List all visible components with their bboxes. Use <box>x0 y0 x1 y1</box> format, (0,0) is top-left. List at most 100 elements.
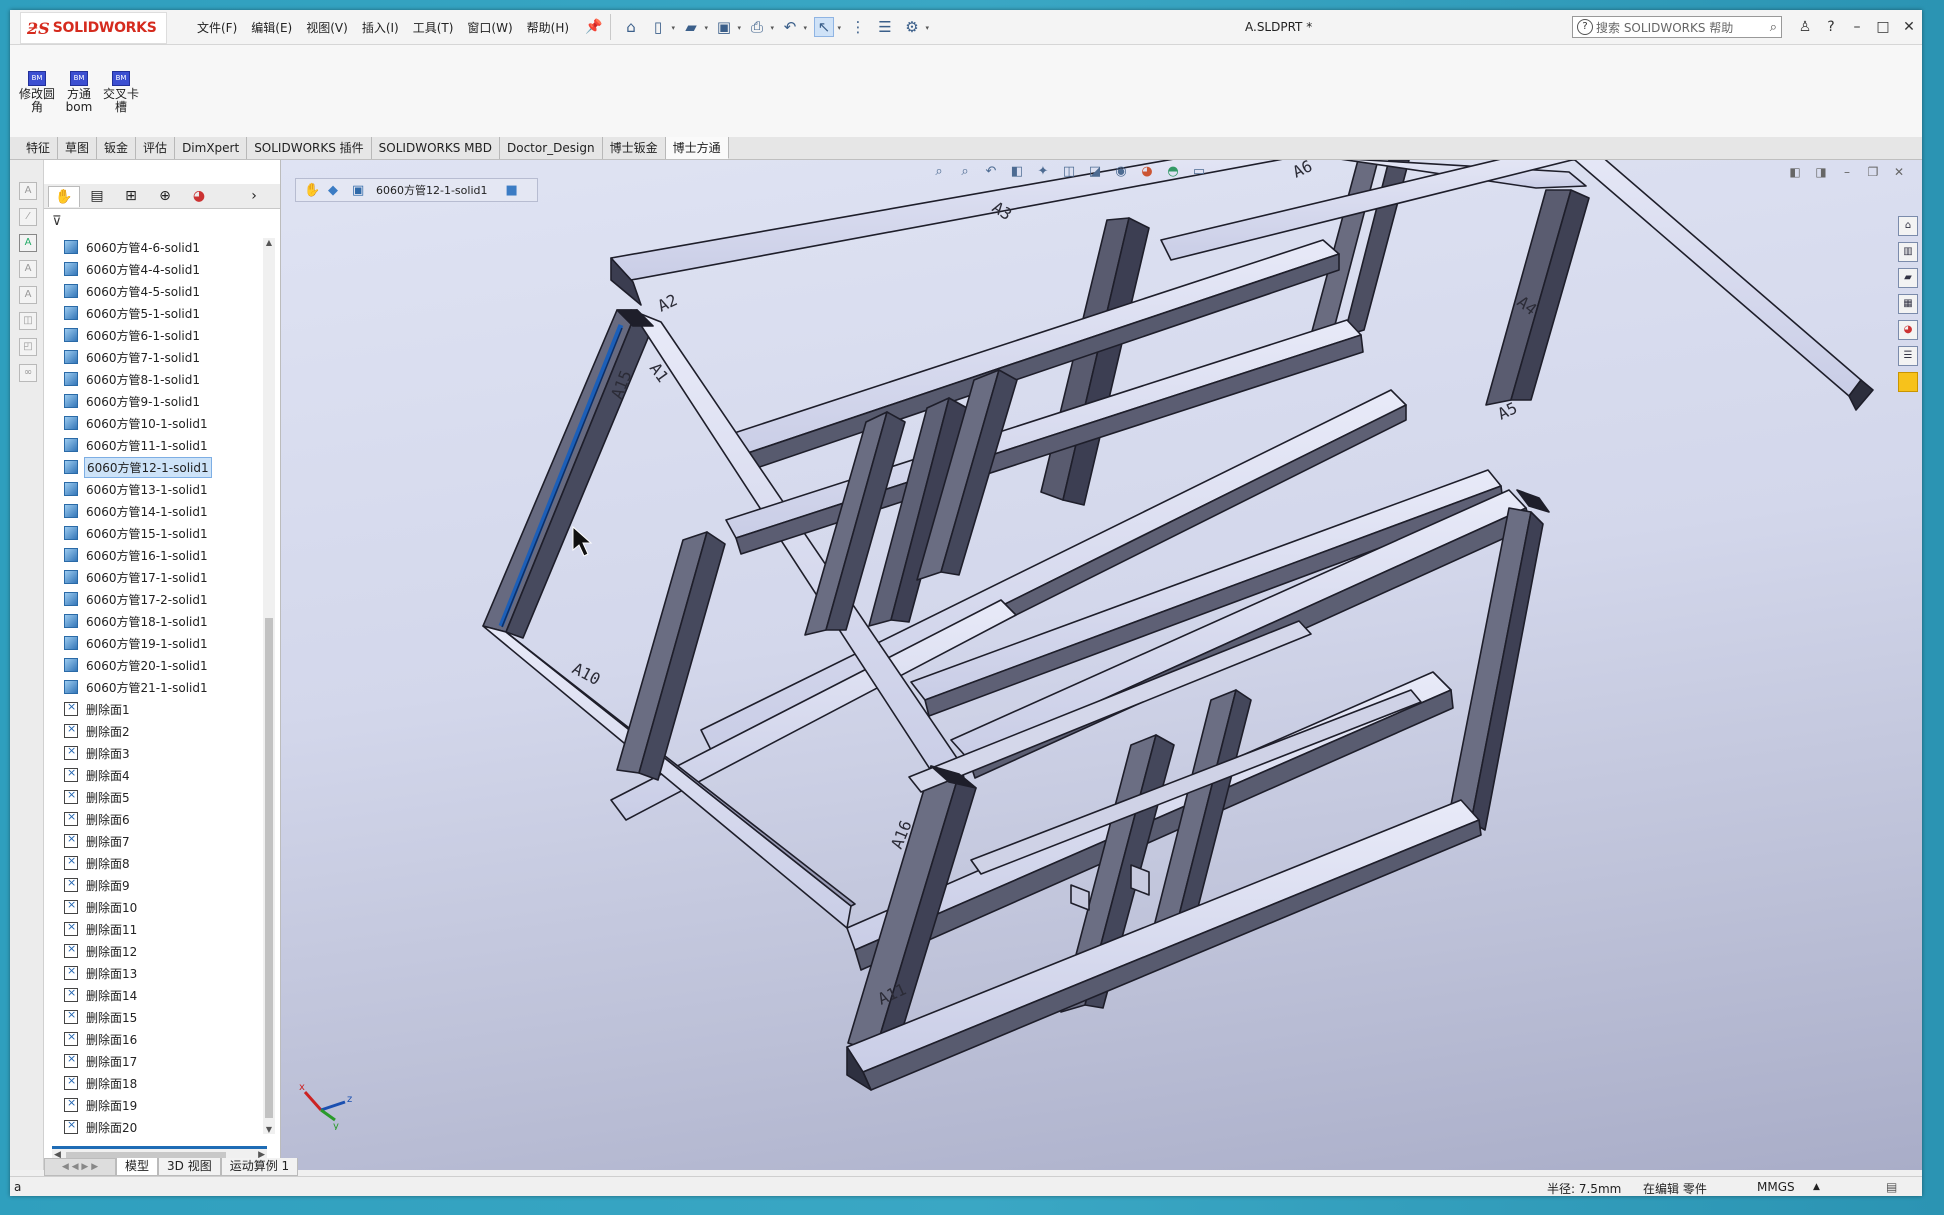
tree-item-delete-face[interactable]: 删除面1 <box>64 698 276 720</box>
modify-fillet-button[interactable]: BM 修改圆 角 <box>17 71 57 114</box>
tree-item-delete-face[interactable]: 删除面12 <box>64 940 276 962</box>
tree-item-delete-face[interactable]: 删除面13 <box>64 962 276 984</box>
tree-item-delete-face[interactable]: 删除面20 <box>64 1116 276 1138</box>
tree-item-solid-body[interactable]: 6060方管19-1-solid1 <box>64 632 276 654</box>
sketch-tool-icon[interactable]: A <box>19 286 37 304</box>
tree-item-solid-body[interactable]: 6060方管17-1-solid1 <box>64 566 276 588</box>
customize-status-icon[interactable]: ▤ <box>1886 1180 1897 1194</box>
tree-item-delete-face[interactable]: 删除面18 <box>64 1072 276 1094</box>
tree-item-delete-face[interactable]: 删除面2 <box>64 720 276 742</box>
tree-item-solid-body[interactable]: 6060方管4-6-solid1 <box>64 236 276 258</box>
tree-item-delete-face[interactable]: 删除面15 <box>64 1006 276 1028</box>
tree-item-solid-body[interactable]: 6060方管15-1-solid1 <box>64 522 276 544</box>
tree-item-solid-body[interactable]: 6060方管20-1-solid1 <box>64 654 276 676</box>
tab-motion-study[interactable]: 运动算例 1 <box>220 1158 299 1176</box>
chevron-right-icon[interactable]: › <box>244 186 264 206</box>
tube-frame-model[interactable]: A2 A1 A3 A4 A5 A6 A10 A11 A15 A16 <box>281 160 1922 1170</box>
part-icon[interactable]: ◆ <box>328 183 344 198</box>
tree-item-solid-body[interactable]: 6060方管14-1-solid1 <box>64 500 276 522</box>
maximize-button[interactable]: □ <box>1870 19 1896 35</box>
cross-slot-button[interactable]: BM 交叉卡 槽 <box>101 71 141 114</box>
solid-body-icon[interactable]: ▣ <box>352 183 368 198</box>
sketch-tool-icon[interactable]: A <box>19 260 37 278</box>
viewport-minimize-button[interactable]: – <box>1834 165 1860 179</box>
display-style-icon[interactable]: ◪ <box>1085 164 1105 182</box>
feature-tree-scrollbar[interactable]: ▲ ▼ <box>263 238 275 1134</box>
tab-dimxpert[interactable]: DimXpert <box>175 137 248 159</box>
user-icon[interactable]: ♙ <box>1792 19 1818 35</box>
design-library-icon[interactable]: ▥ <box>1898 242 1918 262</box>
tube-bom-button[interactable]: BM 方通 bom <box>59 71 99 114</box>
tab-addins[interactable]: SOLIDWORKS 插件 <box>247 137 372 159</box>
tree-item-delete-face[interactable]: 删除面5 <box>64 786 276 808</box>
tree-item-delete-face[interactable]: 删除面11 <box>64 918 276 940</box>
tree-item-delete-face[interactable]: 删除面7 <box>64 830 276 852</box>
tree-item-solid-body[interactable]: 6060方管18-1-solid1 <box>64 610 276 632</box>
tree-item-solid-body[interactable]: 6060方管4-5-solid1 <box>64 280 276 302</box>
tree-item-delete-face[interactable]: 删除面14 <box>64 984 276 1006</box>
view-palette-icon[interactable]: ▦ <box>1898 294 1918 314</box>
tab-doctor-sheet-metal[interactable]: 博士钣金 <box>603 137 666 159</box>
print-icon[interactable]: ⎙ ▾ <box>748 18 774 36</box>
tree-item-solid-body[interactable]: 6060方管9-1-solid1 <box>64 390 276 412</box>
tile-left-icon[interactable]: ◧ <box>1782 165 1808 179</box>
tree-item-delete-face[interactable]: 删除面4 <box>64 764 276 786</box>
tree-item-solid-body[interactable]: 6060方管10-1-solid1 <box>64 412 276 434</box>
help-icon[interactable]: ? <box>1818 19 1844 35</box>
menu-file[interactable]: 文件(F) <box>190 19 244 36</box>
tree-item-solid-body[interactable]: 6060方管13-1-solid1 <box>64 478 276 500</box>
tree-item-delete-face[interactable]: 删除面16 <box>64 1028 276 1050</box>
tree-item-solid-body[interactable]: 6060方管11-1-solid1 <box>64 434 276 456</box>
viewport-close-button[interactable]: ✕ <box>1886 165 1912 179</box>
tab-sketch[interactable]: 草图 <box>58 137 98 159</box>
undo-icon[interactable]: ↶ ▾ <box>781 18 807 36</box>
tab-sheet-metal[interactable]: 钣金 <box>97 137 137 159</box>
scroll-up-icon[interactable]: ▲ <box>263 238 275 247</box>
status-units[interactable]: MMGS <box>1757 1180 1795 1194</box>
tab-doctor-design[interactable]: Doctor_Design <box>500 137 603 159</box>
dimxpert-manager-tab-icon[interactable]: ⊕ <box>150 186 180 206</box>
zoom-to-area-icon[interactable]: ⌕ <box>955 164 975 182</box>
hide-show-items-icon[interactable]: ◉ <box>1111 164 1131 182</box>
file-explorer-icon[interactable]: ▰ <box>1898 268 1918 288</box>
tab-scroll-arrows-icon[interactable]: ◀ ◀ ▶ ▶ <box>44 1158 116 1176</box>
face-icon[interactable]: ■ <box>505 183 521 198</box>
sticky-note-icon[interactable] <box>1898 372 1918 392</box>
tree-item-delete-face[interactable]: 删除面17 <box>64 1050 276 1072</box>
tab-evaluate[interactable]: 评估 <box>136 137 176 159</box>
menu-view[interactable]: 视图(V) <box>299 19 355 36</box>
tile-right-icon[interactable]: ◨ <box>1808 165 1834 179</box>
sketch-tool-icon[interactable]: ◫ <box>19 312 37 330</box>
tab-features[interactable]: 特征 <box>10 137 59 159</box>
scroll-down-icon[interactable]: ▼ <box>263 1125 275 1134</box>
select-cursor-icon[interactable]: ↖ ▾ <box>814 17 841 37</box>
breadcrumb-label[interactable]: 6060方管12-1-solid1 <box>376 182 487 198</box>
edit-appearance-icon[interactable]: ◕ <box>1137 164 1157 182</box>
menu-insert[interactable]: 插入(I) <box>355 19 406 36</box>
dynamic-annotation-icon[interactable]: ✦ <box>1033 164 1053 182</box>
custom-properties-icon[interactable]: ☰ <box>1898 346 1918 366</box>
view-settings-icon[interactable]: ▭ <box>1189 164 1209 182</box>
feature-manager-icon[interactable]: ✋ <box>304 183 320 198</box>
tree-item-solid-body[interactable]: 6060方管12-1-solid1 <box>64 456 276 478</box>
options-gear-icon[interactable]: ⚙ ▾ <box>903 18 929 36</box>
tree-item-solid-body[interactable]: 6060方管21-1-solid1 <box>64 676 276 698</box>
appearances-icon[interactable]: ◕ <box>1898 320 1918 340</box>
section-view-icon[interactable]: ◧ <box>1007 164 1027 182</box>
tree-item-delete-face[interactable]: 删除面8 <box>64 852 276 874</box>
tree-item-solid-body[interactable]: 6060方管17-2-solid1 <box>64 588 276 610</box>
menu-window[interactable]: 窗口(W) <box>460 19 519 36</box>
tree-item-solid-body[interactable]: 6060方管7-1-solid1 <box>64 346 276 368</box>
file-properties-icon[interactable]: ☰ <box>876 18 894 36</box>
solidworks-logo[interactable]: ƻS SOLIDWORKS <box>20 12 167 44</box>
close-button[interactable]: ✕ <box>1896 19 1922 35</box>
link-icon[interactable]: ∞ <box>19 364 37 382</box>
property-manager-tab-icon[interactable]: ▤ <box>82 186 112 206</box>
tab-3d-view[interactable]: 3D 视图 <box>158 1158 221 1176</box>
tree-item-delete-face[interactable]: 删除面10 <box>64 896 276 918</box>
scrollbar-thumb[interactable] <box>265 618 273 1118</box>
apply-scene-icon[interactable]: ◓ <box>1163 164 1183 182</box>
tree-item-solid-body[interactable]: 6060方管8-1-solid1 <box>64 368 276 390</box>
sketch-tool-icon[interactable]: A <box>19 234 37 252</box>
sketch-tool-icon[interactable]: ◰ <box>19 338 37 356</box>
